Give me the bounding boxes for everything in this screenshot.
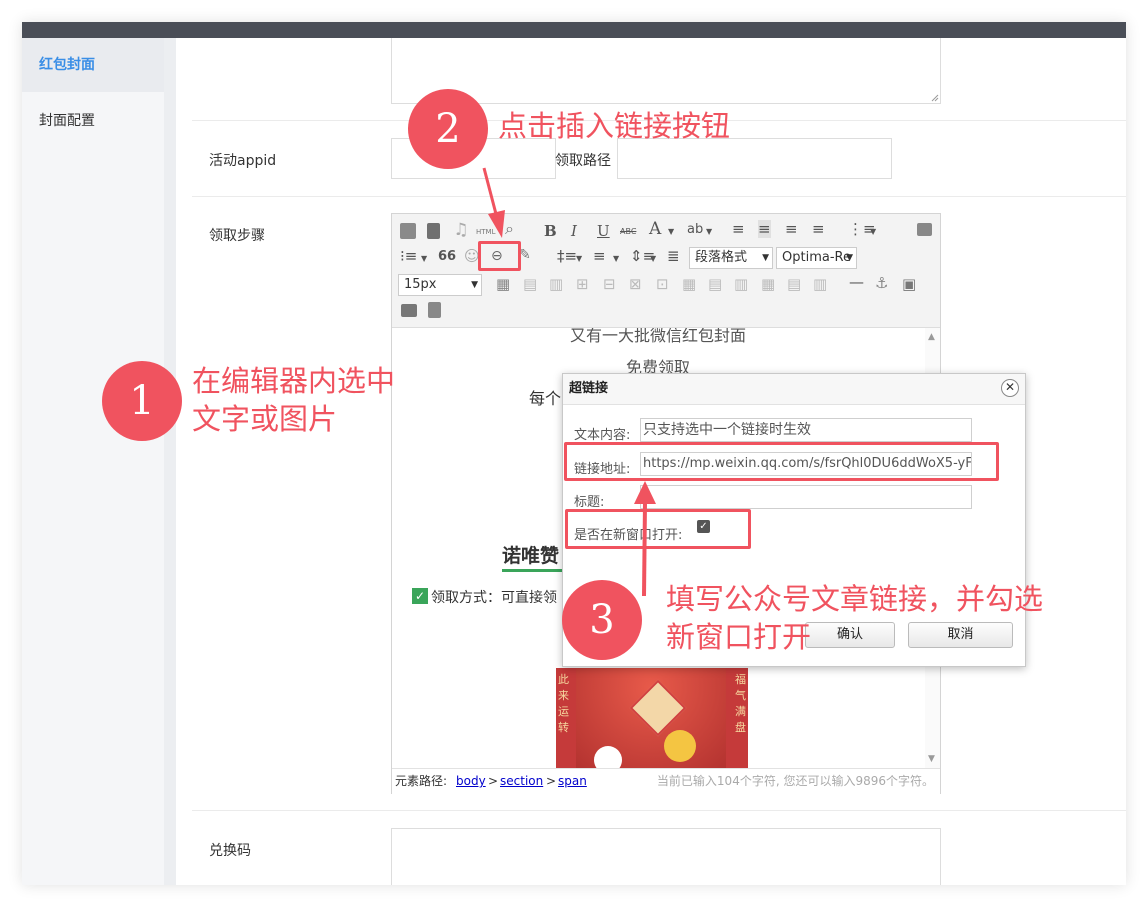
arrow-3-line <box>642 501 647 597</box>
arrow-3-head <box>634 481 656 504</box>
step-2-badge: 2 <box>408 89 488 169</box>
arrow-2-line <box>482 167 498 215</box>
step-3-badge: 3 <box>562 580 642 660</box>
step-3-line-2: 新窗口打开 <box>666 620 812 654</box>
step-2-caption: 点击插入链接按钮 <box>498 109 731 143</box>
arrow-2-head <box>488 210 505 238</box>
annotation-arrows <box>482 167 656 597</box>
step-1-line-2: 文字或图片 <box>192 402 338 436</box>
app-window: 红包封面 封面配置 活动appid 领取路径 领取步骤 ♫ HTML ⌕ B I… <box>22 22 1126 885</box>
step-1-line-1: 在编辑器内选中 <box>192 364 396 398</box>
step-1-badge: 1 <box>102 361 182 441</box>
step-1-caption: 在编辑器内选中 文字或图片 <box>192 362 395 438</box>
step-3-caption: 填写公众号文章链接，并勾选 新窗口打开 <box>666 580 1116 656</box>
step-3-line-1: 填写公众号文章链接，并勾选 <box>666 582 1044 616</box>
